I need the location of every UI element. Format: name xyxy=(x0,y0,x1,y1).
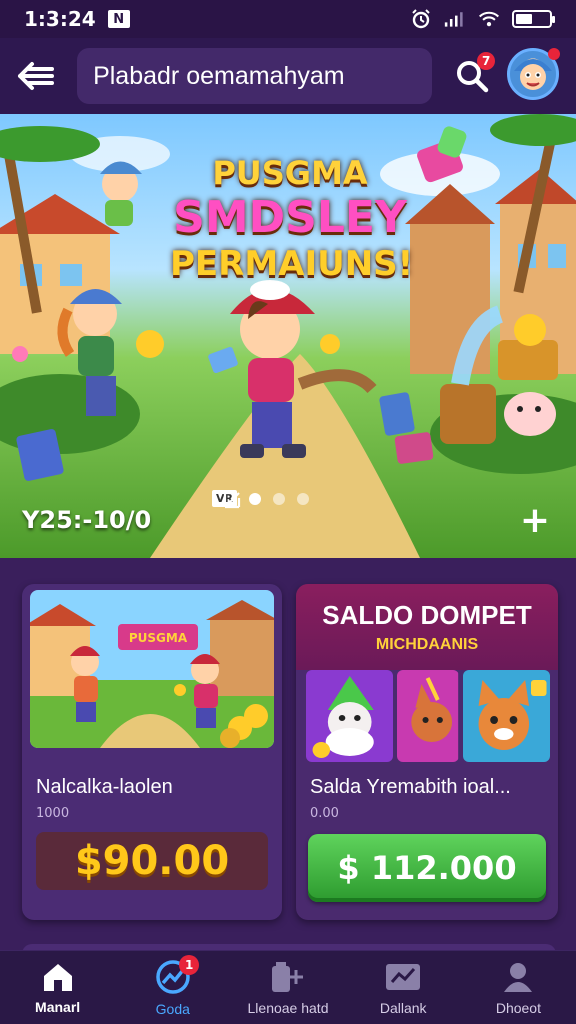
character-image-fox xyxy=(397,670,459,762)
avatar-badge xyxy=(548,48,560,60)
alarm-icon xyxy=(410,9,432,29)
search-input[interactable]: Plabadr oemamahyam xyxy=(77,48,433,104)
game-thumbnail: PUSGMA xyxy=(30,590,274,748)
banner-title-line3: PERMAIUNS! xyxy=(170,244,414,284)
nav-label: Llenoae hatd xyxy=(247,999,329,1016)
game-card-left[interactable]: PUSGMA Nalcalka-laolen 1000 $90.00 xyxy=(22,584,282,920)
banner-title-line2: SMDSLEY xyxy=(173,192,407,243)
wallet-title: SALDO DOMPET xyxy=(322,600,532,630)
thumb-caption: PUSGMA xyxy=(129,631,188,645)
nav-badge: 1 xyxy=(179,955,200,975)
carousel-dot[interactable] xyxy=(272,492,285,505)
card-title: Nalcalka-laolen xyxy=(36,776,173,798)
n-box-icon: N xyxy=(107,10,130,28)
status-bar: 1:3:24 N xyxy=(0,0,576,38)
carousel-dot[interactable] xyxy=(248,492,261,505)
carousel-dot[interactable] xyxy=(296,492,309,505)
wallet-card-subtitle: 0.00 xyxy=(310,806,339,821)
wallet-images xyxy=(306,670,550,762)
nav-label: Goda xyxy=(155,1000,190,1017)
banner-title-line1: PUSGMA xyxy=(212,154,368,192)
nav-item-goda[interactable]: 1 Goda xyxy=(115,951,230,1024)
status-right xyxy=(410,9,555,29)
search-input-value: Plabadr oemamahyam xyxy=(93,61,345,90)
banner-plus-button[interactable]: + xyxy=(520,503,550,539)
nav-label: Dallank xyxy=(379,999,427,1016)
search-button[interactable]: 7 xyxy=(448,52,496,100)
wallet-amount-button[interactable]: $ 112.000 xyxy=(308,834,546,902)
bottom-nav: Manarl 1 Goda Llenoae hatd Dallank Dhoeo… xyxy=(0,950,576,1024)
nav-label: Dhoeot xyxy=(495,999,541,1016)
character-image-cat xyxy=(462,670,550,762)
wifi-icon xyxy=(478,10,500,28)
nav-label: Manarl xyxy=(35,998,81,1015)
banner-amount: Y25:-10/0 xyxy=(22,506,152,534)
nav-item-dallank[interactable]: Dallank xyxy=(346,951,461,1024)
search-badge: 7 xyxy=(477,52,496,70)
avatar-button[interactable] xyxy=(507,48,562,104)
app-header: Plabadr oemamahyam 7 xyxy=(0,38,576,114)
back-arrow-icon[interactable] xyxy=(14,54,57,98)
wallet-subtitle: MICHDAANIS xyxy=(375,636,479,653)
status-left: 1:3:24 N xyxy=(24,7,130,31)
nav-item-home[interactable]: Manarl xyxy=(0,951,115,1024)
home-icon xyxy=(43,963,72,991)
promo-banner[interactable]: PUSGMA SMDSLEY PERMAIUNS! VR Y25:-10/0 + xyxy=(0,114,576,558)
character-image-gnome xyxy=(306,670,394,762)
signal-icon xyxy=(444,10,466,28)
graph-card-icon xyxy=(386,963,421,990)
carousel-indicators: VR xyxy=(212,490,309,510)
wallet-card-title: Salda Yremabith ioal... xyxy=(310,776,511,798)
expand-icon[interactable] xyxy=(222,490,242,510)
wallet-card[interactable]: SALDO DOMPET MICHDAANIS Salda Yremabith … xyxy=(296,584,558,920)
wallet-plus-icon xyxy=(272,961,303,992)
status-time: 1:3:24 xyxy=(24,7,96,31)
nav-item-profile[interactable]: Dhoeot xyxy=(461,951,576,1024)
price-button[interactable]: $90.00 xyxy=(36,832,268,890)
nav-item-wallet[interactable]: Llenoae hatd xyxy=(230,951,345,1024)
card-subtitle: 1000 xyxy=(36,806,70,821)
profile-icon xyxy=(504,962,533,992)
battery-icon xyxy=(512,10,555,28)
